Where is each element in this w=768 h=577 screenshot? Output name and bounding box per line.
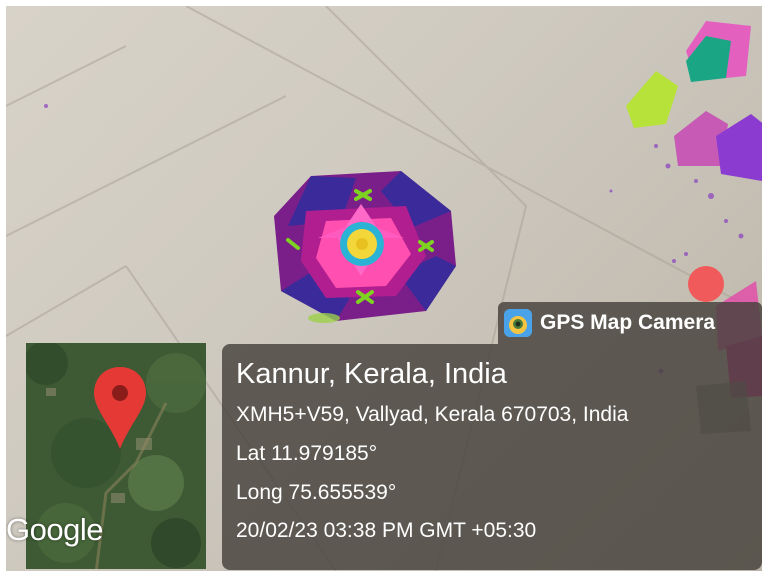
longitude-text: Long 75.655539° [236, 481, 397, 504]
datetime-text: 20/02/23 03:38 PM GMT +05:30 [236, 519, 537, 542]
latitude-text: Lat 11.979185° [236, 442, 378, 465]
gps-map-camera-app-icon [504, 309, 532, 337]
rangoli-art [274, 171, 456, 323]
app-name: GPS Map Camera [540, 311, 716, 334]
address-text: XMH5+V59, Vallyad, Kerala 670703, India [236, 403, 629, 426]
location-info-panel: Kannur, Kerala, India XMH5+V59, Vallyad,… [222, 344, 762, 570]
place-name: Kannur, Kerala, India [236, 358, 507, 390]
app-tag: GPS Map Camera [498, 302, 762, 344]
google-logo: Google [6, 512, 103, 547]
rangoli-photo: Google GPS Map Camera Kannur, Kerala, In… [6, 6, 762, 571]
